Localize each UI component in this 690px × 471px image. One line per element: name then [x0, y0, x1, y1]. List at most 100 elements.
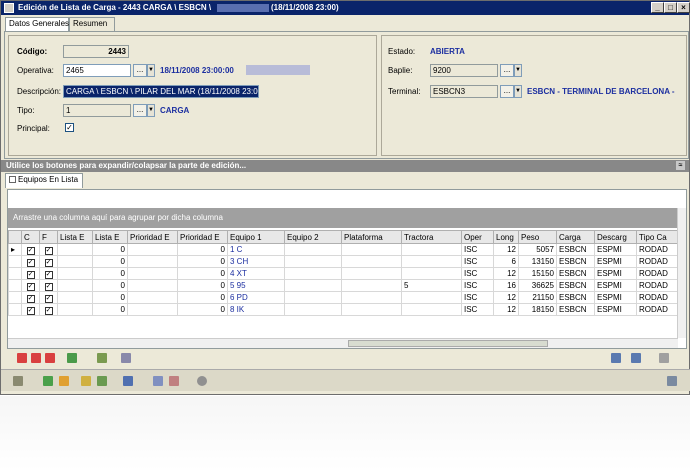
sort-icon[interactable]: [121, 353, 131, 363]
filter-bottom-icon[interactable]: [97, 376, 107, 386]
cell-peso[interactable]: 13150: [518, 255, 557, 268]
maximize-button[interactable]: □: [664, 2, 677, 13]
table-row[interactable]: ✓ ✓ 0 0 8 IK ISC 12 18150 ESBCN ESPMI RODAD: [8, 303, 679, 316]
cell-prioridad-1[interactable]: [127, 243, 178, 256]
descripcion-field[interactable]: CARGA \ ESBCN \ PILAR DEL MAR (18/11/200…: [63, 85, 259, 98]
cell-check-c[interactable]: ✓: [21, 291, 40, 304]
group-by-area[interactable]: Arrastre una columna aquí para agrupar p…: [8, 208, 678, 228]
baplie-browse-button[interactable]: ...: [500, 64, 514, 77]
cell-tractora[interactable]: [401, 303, 462, 316]
row-checkbox[interactable]: ✓: [44, 306, 53, 315]
terminal-field[interactable]: ESBCN3: [430, 85, 498, 98]
cell-peso[interactable]: 21150: [518, 291, 557, 304]
cell-equipo-1[interactable]: 6 PD: [227, 291, 285, 304]
cell-carga[interactable]: ESBCN: [556, 303, 595, 316]
cell-descarga[interactable]: ESPMI: [594, 291, 637, 304]
tipo-field[interactable]: 1: [63, 104, 131, 117]
cell-long[interactable]: 12: [493, 243, 519, 256]
cell-row-indicator[interactable]: [8, 255, 22, 268]
principal-checkbox[interactable]: ✓: [65, 123, 74, 132]
row-checkbox[interactable]: ✓: [26, 258, 35, 267]
column-header[interactable]: C: [21, 230, 40, 244]
cell-tractora[interactable]: [401, 291, 462, 304]
cell-prioridad-1[interactable]: [127, 255, 178, 268]
horizontal-scrollbar[interactable]: [8, 338, 678, 348]
row-checkbox[interactable]: ✓: [26, 246, 35, 255]
cell-peso[interactable]: 18150: [518, 303, 557, 316]
row-checkbox[interactable]: ✓: [26, 270, 35, 279]
cell-prioridad-1[interactable]: [127, 267, 178, 280]
column-header[interactable]: Plataforma: [341, 230, 402, 244]
row-checkbox[interactable]: ✓: [26, 282, 35, 291]
cell-tipo-carga[interactable]: RODAD: [636, 267, 679, 280]
column-header[interactable]: Carga: [556, 230, 595, 244]
cell-peso[interactable]: 15150: [518, 267, 557, 280]
cell-oper[interactable]: ISC: [461, 255, 494, 268]
cell-plataforma[interactable]: [341, 279, 402, 292]
menu-icon[interactable]: [667, 376, 677, 386]
cell-equipo-1[interactable]: 4 XT: [227, 267, 285, 280]
cell-descarga[interactable]: ESPMI: [594, 255, 637, 268]
up-icon[interactable]: [45, 353, 55, 363]
cell-check-c[interactable]: ✓: [21, 303, 40, 316]
cell-row-indicator[interactable]: [8, 291, 22, 304]
cell-prioridad-2[interactable]: 0: [177, 279, 228, 292]
table-row[interactable]: ✓ ✓ 0 0 5 95 5 ISC 16 36625 ESBCN ESPMI RODAD: [8, 279, 679, 292]
collapse-hint-bar[interactable]: Utilice los botones para expandir/colaps…: [1, 160, 689, 172]
cell-descarga[interactable]: ESPMI: [594, 279, 637, 292]
cell-check-c[interactable]: ✓: [21, 267, 40, 280]
column-header[interactable]: Prioridad E: [127, 230, 178, 244]
baplie-dropdown-arrow[interactable]: ▼: [514, 64, 522, 77]
cell-plataforma[interactable]: [341, 243, 402, 256]
cell-check-f[interactable]: ✓: [39, 291, 58, 304]
cell-tipo-carga[interactable]: RODAD: [636, 303, 679, 316]
ok-icon[interactable]: [43, 376, 53, 386]
row-checkbox[interactable]: ✓: [44, 270, 53, 279]
cell-plataforma[interactable]: [341, 255, 402, 268]
cell-check-f[interactable]: ✓: [39, 243, 58, 256]
cell-equipo-2[interactable]: [284, 243, 342, 256]
operativa-dropdown-arrow[interactable]: ▼: [147, 64, 155, 77]
help-icon[interactable]: [197, 376, 207, 386]
cell-prioridad-2[interactable]: 0: [177, 243, 228, 256]
close-button[interactable]: ×: [677, 2, 690, 13]
cell-prioridad-2[interactable]: 0: [177, 291, 228, 304]
layout-icon[interactable]: [659, 353, 669, 363]
row-checkbox[interactable]: ✓: [44, 258, 53, 267]
cell-plataforma[interactable]: [341, 291, 402, 304]
cell-lista-e-2[interactable]: 0: [92, 291, 128, 304]
collapse-icon[interactable]: ≈: [676, 161, 685, 170]
cell-prioridad-1[interactable]: [127, 291, 178, 304]
cell-check-f[interactable]: ✓: [39, 267, 58, 280]
cell-row-indicator[interactable]: [8, 267, 22, 280]
row-checkbox[interactable]: ✓: [44, 246, 53, 255]
cell-tipo-carga[interactable]: RODAD: [636, 243, 679, 256]
table-row[interactable]: ✓ ✓ 0 0 3 CH ISC 6 13150 ESBCN ESPMI RODAD: [8, 255, 679, 268]
cell-check-f[interactable]: ✓: [39, 279, 58, 292]
terminal-browse-button[interactable]: ...: [500, 85, 514, 98]
operativa-browse-button[interactable]: ...: [133, 64, 147, 77]
cell-equipo-2[interactable]: [284, 267, 342, 280]
minimize-button[interactable]: _: [651, 2, 664, 13]
column-header[interactable]: Lista E: [57, 230, 93, 244]
cell-long[interactable]: 12: [493, 303, 519, 316]
cell-peso[interactable]: 5057: [518, 243, 557, 256]
cell-check-c[interactable]: ✓: [21, 255, 40, 268]
cell-check-f[interactable]: ✓: [39, 303, 58, 316]
tab-datos-generales[interactable]: Datos Generales: [5, 17, 69, 32]
cell-carga[interactable]: ESBCN: [556, 279, 595, 292]
column-header[interactable]: Lista E: [92, 230, 128, 244]
cell-oper[interactable]: ISC: [461, 267, 494, 280]
cell-tractora[interactable]: [401, 243, 462, 256]
cell-check-c[interactable]: ✓: [21, 243, 40, 256]
cell-equipo-1[interactable]: 1 C: [227, 243, 285, 256]
tipo-dropdown-arrow[interactable]: ▼: [147, 104, 155, 117]
cell-prioridad-2[interactable]: 0: [177, 303, 228, 316]
column-header[interactable]: Equipo 2: [284, 230, 342, 244]
cell-equipo-2[interactable]: [284, 279, 342, 292]
column-header[interactable]: F: [39, 230, 58, 244]
cell-carga[interactable]: ESBCN: [556, 243, 595, 256]
cell-tipo-carga[interactable]: RODAD: [636, 279, 679, 292]
cell-descarga[interactable]: ESPMI: [594, 303, 637, 316]
cell-lista-e-1[interactable]: [57, 279, 93, 292]
